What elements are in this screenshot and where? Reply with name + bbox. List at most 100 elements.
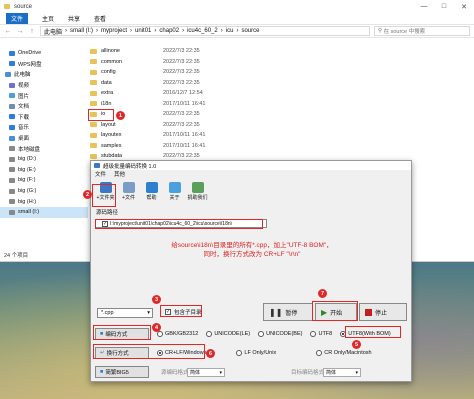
list-item[interactable]: allinone 2022/7/3 22:35: [90, 46, 390, 57]
minimize-button[interactable]: —: [414, 0, 434, 13]
newline-lf[interactable]: LF Only/Unix: [236, 350, 276, 356]
source-format-select[interactable]: 简体 ▾: [187, 368, 225, 377]
radio[interactable]: [316, 350, 323, 356]
stop-button[interactable]: 停止: [359, 303, 407, 321]
tree-item[interactable]: big (G:): [0, 186, 88, 197]
up-icon[interactable]: ↑: [28, 28, 36, 35]
tree-item[interactable]: 桌面: [0, 133, 88, 144]
tree-item[interactable]: WPS网盘: [0, 59, 88, 70]
breadcrumb-item[interactable]: icu: [226, 28, 234, 34]
forward-icon[interactable]: →: [16, 28, 24, 35]
extension-select[interactable]: *.cpp ▾: [97, 308, 153, 318]
folder-icon: [90, 153, 97, 159]
step-marker-5: 5: [352, 340, 361, 349]
help-button[interactable]: 帮助: [141, 179, 162, 201]
pause-button[interactable]: ❚❚ 暂停: [263, 303, 313, 321]
tree-item[interactable]: 音乐: [0, 122, 88, 133]
back-icon[interactable]: ←: [4, 28, 12, 35]
tree-item[interactable]: 下载: [0, 112, 88, 123]
dialog-titlebar: 超级批量编码转换 1.0: [91, 161, 411, 170]
list-item[interactable]: io 2022/7/3 22:35: [90, 109, 390, 120]
donate-icon: [191, 182, 204, 193]
breadcrumb-item[interactable]: small (I:): [70, 28, 93, 34]
pause-icon: ❚❚: [269, 307, 283, 317]
step-marker-1: 1: [116, 111, 125, 120]
folder-icon: [90, 143, 97, 149]
menu-other[interactable]: 其他: [114, 170, 125, 178]
tab-view[interactable]: 查看: [94, 14, 106, 23]
breadcrumb-item[interactable]: unit01: [135, 28, 151, 34]
folder-icon: [4, 4, 10, 9]
menu-file[interactable]: 文件: [95, 170, 106, 178]
encoding-unicode-be[interactable]: UNICODE(BE): [258, 331, 302, 337]
tree-item[interactable]: OneDrive: [0, 48, 88, 59]
tab-home[interactable]: 主页: [42, 14, 54, 23]
disk-icon: [9, 188, 15, 194]
chevron-down-icon: ▾: [355, 369, 358, 376]
tree-item[interactable]: 此电脑: [0, 69, 88, 80]
navigation-pane: OneDrive WPS网盘 此电脑 视频 图片 文档 下载 音乐 桌面 本地磁…: [0, 46, 88, 251]
list-item[interactable]: samples 2017/10/11 16:41: [90, 141, 390, 152]
breadcrumb-item[interactable]: source: [241, 28, 259, 34]
close-button[interactable]: ✕: [454, 0, 474, 13]
radio[interactable]: [310, 331, 317, 337]
address-bar-row: ← → ↑ 此电脑 › small (I:) › myproject › unit01…: [0, 24, 474, 38]
encoding-unicode-le[interactable]: UNICODE(LE): [206, 331, 250, 337]
tree-item[interactable]: 图片: [0, 90, 88, 101]
add-file-button[interactable]: +文件: [118, 179, 139, 201]
newline-highlight: [93, 344, 205, 359]
utf8-bom-highlight: [345, 326, 401, 338]
breadcrumb-item[interactable]: myproject: [101, 28, 127, 34]
app-icon: [94, 163, 100, 168]
window-title: source: [14, 3, 33, 10]
help-icon: [145, 182, 158, 193]
list-item[interactable]: common 2022/7/3 22:35: [90, 57, 390, 68]
disk-icon: [9, 146, 15, 152]
list-item[interactable]: layoutex 2017/10/11 16:41: [90, 130, 390, 141]
disk-icon: [9, 199, 15, 205]
tree-item[interactable]: 文档: [0, 101, 88, 112]
explorer-titlebar: source — □ ✕: [0, 0, 474, 13]
encoding-utf8[interactable]: UTF8: [310, 331, 332, 337]
radio[interactable]: [236, 350, 243, 356]
chevron-down-icon: ▾: [219, 369, 222, 376]
breadcrumb-item[interactable]: icu4c_60_2: [187, 28, 218, 34]
tree-item[interactable]: big (H:): [0, 196, 88, 207]
step-marker-3: 3: [152, 295, 161, 304]
radio[interactable]: [258, 331, 265, 337]
tree-item[interactable]: 视频: [0, 80, 88, 91]
group-label: 源码路径: [94, 210, 121, 216]
about-button[interactable]: 关于: [164, 179, 185, 201]
list-item[interactable]: i18n 2017/10/11 16:41: [90, 99, 390, 110]
radio[interactable]: [157, 331, 163, 337]
list-item[interactable]: data 2022/7/3 22:35: [90, 78, 390, 89]
newline-cr[interactable]: CR Only/Macintosh: [316, 350, 372, 356]
tree-item[interactable]: big (D:): [0, 154, 88, 165]
maximize-button[interactable]: □: [434, 0, 454, 13]
tab-share[interactable]: 共享: [68, 14, 80, 23]
big5-row: ■ 简繁BIG5 源编码格式: [95, 366, 189, 378]
disk-icon: [9, 167, 15, 173]
donate-button[interactable]: 捐助我们: [187, 179, 208, 201]
list-item[interactable]: config 2022/7/3 22:35: [90, 67, 390, 78]
breadcrumb[interactable]: 此电脑 › small (I:) › myproject › unit01 › chap…: [40, 26, 370, 36]
tree-item[interactable]: small (I:): [0, 206, 88, 218]
step-marker-7: 7: [318, 289, 327, 298]
download-icon: [9, 114, 15, 120]
folder-icon: [90, 69, 97, 75]
tree-item[interactable]: 本地磁盘: [0, 143, 88, 154]
radio[interactable]: [206, 331, 213, 337]
search-input[interactable]: ⚲ 在 source 中搜索: [374, 26, 470, 36]
big5-button[interactable]: ■ 简繁BIG5: [95, 366, 149, 378]
video-icon: [9, 82, 15, 88]
list-item[interactable]: layout 2022/7/3 22:35: [90, 120, 390, 131]
tree-item[interactable]: big (F:): [0, 175, 88, 186]
folder-icon: [90, 132, 97, 138]
tab-file[interactable]: 文件: [6, 13, 29, 24]
breadcrumb-item[interactable]: 此电脑: [44, 27, 62, 36]
target-format-select[interactable]: 简体 ▾: [323, 368, 361, 377]
list-item[interactable]: extra 2016/12/7 12:54: [90, 88, 390, 99]
breadcrumb-item[interactable]: chap02: [159, 28, 179, 34]
encoding-gbk[interactable]: GBK/GB2312: [157, 331, 198, 337]
tree-item[interactable]: big (E:): [0, 165, 88, 176]
